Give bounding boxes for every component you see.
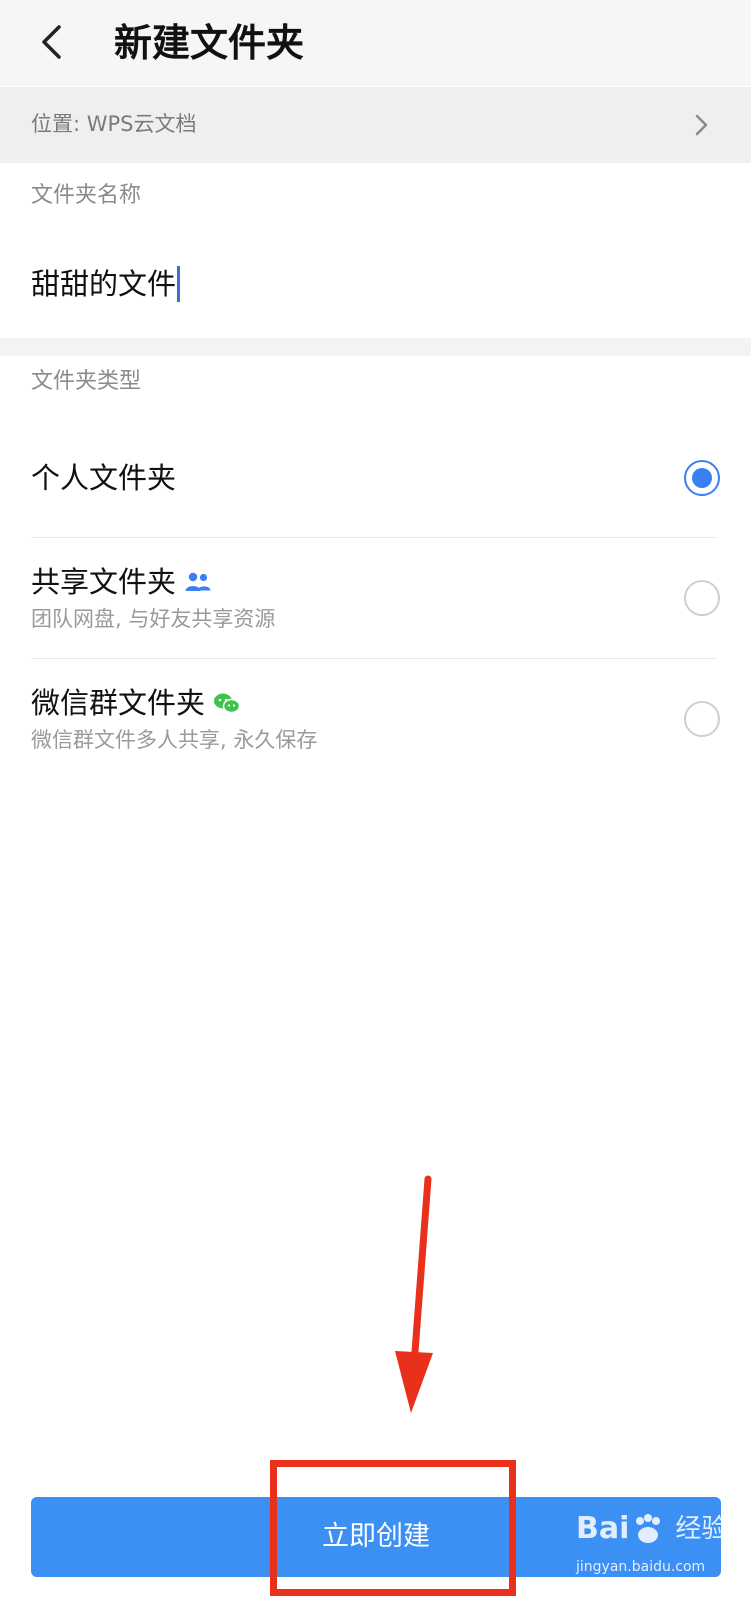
app-header: 新建文件夹 — [0, 0, 751, 86]
radio-wechat-folder[interactable] — [684, 701, 720, 737]
watermark-url: jingyan.baidu.com — [576, 1559, 706, 1575]
option-title: 微信群文件夹 — [31, 686, 206, 720]
option-wechat-folder[interactable]: 微信群文件夹 微信群文件多人共享, 永久保存 — [0, 659, 751, 779]
page-title: 新建文件夹 — [114, 21, 305, 65]
option-title: 共享文件夹 — [31, 565, 177, 599]
annotation-arrow-icon — [395, 1175, 433, 1413]
section-divider — [0, 338, 751, 356]
radio-shared-folder[interactable] — [684, 580, 720, 616]
folder-type-label: 文件夹类型 — [31, 369, 142, 394]
option-shared-folder[interactable]: 共享文件夹 团队网盘, 与好友共享资源 — [0, 538, 751, 658]
option-subtitle: 微信群文件多人共享, 永久保存 — [31, 728, 318, 752]
chevron-right-icon — [695, 114, 708, 136]
radio-personal-folder[interactable] — [684, 460, 720, 496]
option-personal-folder[interactable]: 个人文件夹 — [0, 440, 751, 536]
folder-name-input[interactable]: 甜甜的文件 — [31, 258, 711, 310]
paw-icon — [636, 1514, 661, 1543]
folder-name-label: 文件夹名称 — [31, 183, 142, 208]
watermark-brand-left: Bai — [576, 1511, 630, 1546]
location-text: 位置: WPS云文档 — [31, 112, 197, 136]
back-button[interactable] — [28, 18, 76, 66]
option-title: 个人文件夹 — [31, 461, 177, 495]
annotation-highlight-box — [270, 1460, 516, 1596]
watermark-brand-right: 经验 — [675, 1514, 728, 1544]
people-icon — [185, 572, 211, 591]
option-subtitle: 团队网盘, 与好友共享资源 — [31, 607, 276, 631]
folder-name-value: 甜甜的文件 — [31, 267, 177, 301]
text-caret — [177, 266, 181, 302]
location-row[interactable]: 位置: WPS云文档 — [0, 87, 751, 163]
wechat-icon — [214, 693, 241, 714]
baidu-jingyan-watermark: Bai 经验 jingyan.baidu.com — [576, 1505, 744, 1595]
chevron-left-icon — [42, 25, 61, 59]
